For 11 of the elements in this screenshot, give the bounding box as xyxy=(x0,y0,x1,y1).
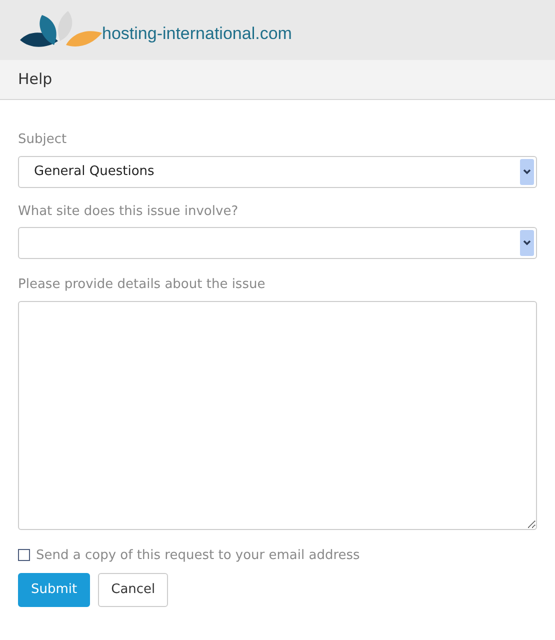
copy-checkbox[interactable] xyxy=(18,549,30,562)
field-label: Subject xyxy=(18,131,68,149)
field-label: What site does this issue involve? xyxy=(18,202,240,220)
details-textarea[interactable] xyxy=(18,300,537,530)
field-label: Please provide details about the issue xyxy=(18,276,266,294)
logo-text: hosting-international.com xyxy=(102,23,292,46)
cancel-button[interactable]: Cancel xyxy=(98,573,168,607)
subject-select[interactable]: General Questions xyxy=(18,156,537,188)
site-select[interactable] xyxy=(18,227,537,259)
page-title: Help xyxy=(18,69,52,90)
checkbox-label: Send a copy of this request to your email address xyxy=(36,546,360,564)
